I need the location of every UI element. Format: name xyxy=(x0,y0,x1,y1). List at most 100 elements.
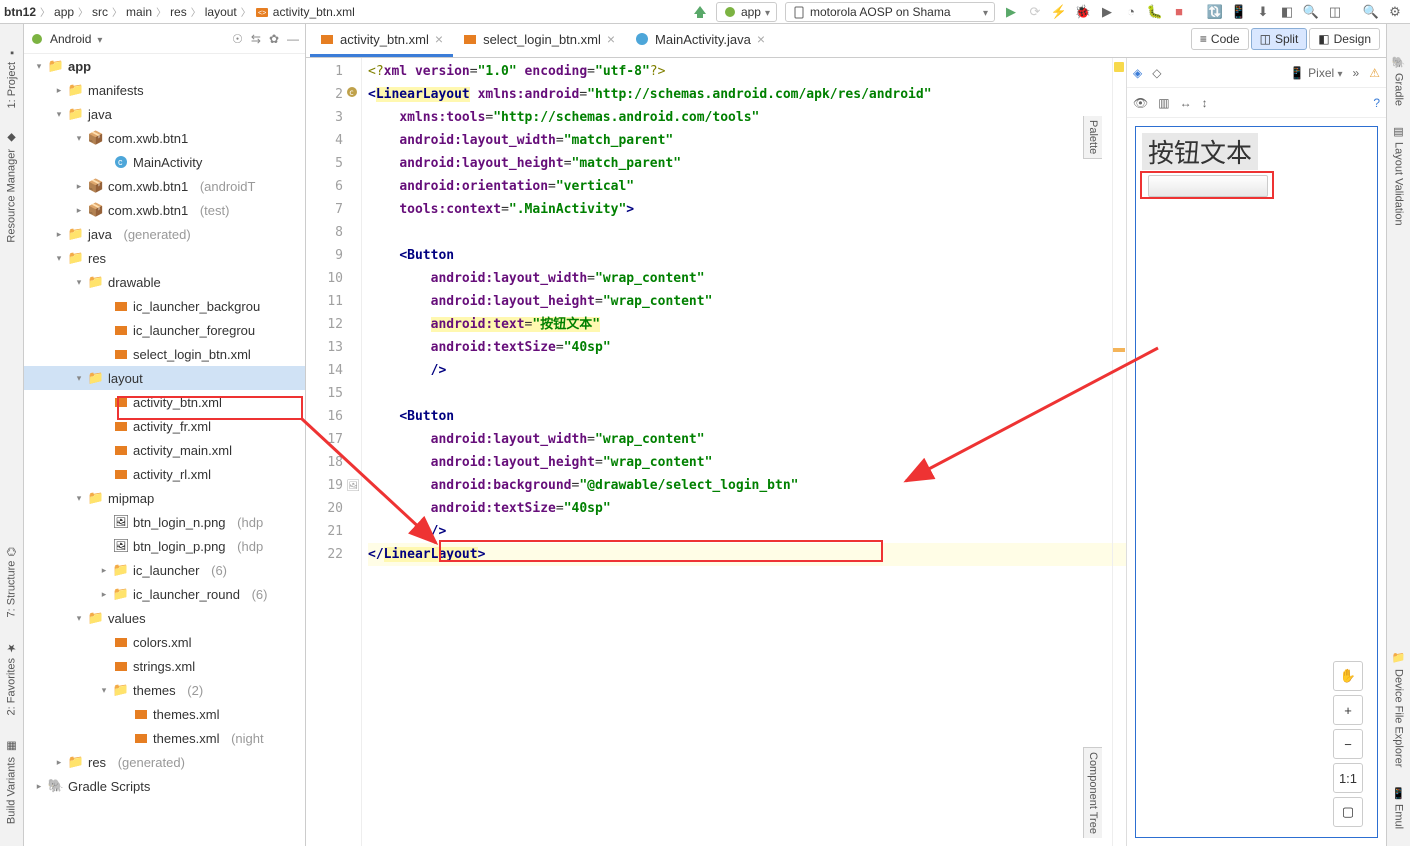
breadcrumb-file[interactable]: activity_btn.xml xyxy=(273,5,355,19)
tree-drawable[interactable]: ▾📁drawable xyxy=(24,270,305,294)
tree-values[interactable]: ▾📁values xyxy=(24,606,305,630)
breadcrumb-root[interactable]: btn12 xyxy=(4,5,36,19)
pan-button[interactable]: ✋ xyxy=(1333,661,1363,691)
breadcrumb-item[interactable]: layout xyxy=(205,5,237,19)
apply-changes-button[interactable]: ⟳ xyxy=(1024,2,1046,22)
run-button[interactable]: ▶ xyxy=(1000,2,1022,22)
zoom-in-button[interactable]: + xyxy=(1333,695,1363,725)
orientation-icon[interactable]: ◇ xyxy=(1152,66,1161,80)
debug-button[interactable]: 🐞 xyxy=(1072,2,1094,22)
zoom-fit-screen-button[interactable]: ▢ xyxy=(1333,797,1363,827)
tab-close-icon[interactable]: × xyxy=(757,31,765,47)
tree-file-activity-main[interactable]: activity_main.xml xyxy=(24,438,305,462)
sdk-manager-button[interactable]: ⬇ xyxy=(1252,2,1274,22)
preview-button-1[interactable]: 按钮文本 xyxy=(1142,133,1258,170)
project-tool-tab[interactable]: 1: Project ▪ xyxy=(4,44,20,110)
tree-ic-launcher-round[interactable]: ▸📁ic_launcher_round (6) xyxy=(24,582,305,606)
structure-tool-tab[interactable]: 7: Structure ⌬ xyxy=(3,545,20,619)
tree-themes-2[interactable]: themes.xml (night xyxy=(24,726,305,750)
run-config-selector[interactable]: app xyxy=(716,2,777,22)
blueprint-icon[interactable]: ▥ xyxy=(1158,96,1169,110)
preview-help-icon[interactable]: ? xyxy=(1373,96,1380,110)
view-options-icon[interactable]: 👁 xyxy=(1133,96,1148,110)
resource-manager-tool-tab[interactable]: Resource Manager ◆ xyxy=(3,130,20,245)
tree-mipmap[interactable]: ▾📁mipmap xyxy=(24,486,305,510)
profile-button[interactable]: ◔ xyxy=(1120,2,1142,22)
tab-activity-btn[interactable]: activity_btn.xml× xyxy=(310,24,453,57)
code-editor[interactable]: 12345678910111213141516171819202122c🖼 <?… xyxy=(306,58,1126,846)
breadcrumb-item[interactable]: res xyxy=(170,5,187,19)
gradle-tool-tab[interactable]: 🐘 Gradle xyxy=(1390,54,1407,108)
tab-close-icon[interactable]: × xyxy=(435,31,443,47)
tree-package[interactable]: ▾📦com.xwb.btn1 xyxy=(24,126,305,150)
avd-manager-button[interactable]: 📱 xyxy=(1228,2,1250,22)
settings-button[interactable]: ⚙ xyxy=(1384,2,1406,22)
project-settings-icon[interactable]: ✿ xyxy=(269,32,279,46)
tree-res-gen[interactable]: ▸📁res (generated) xyxy=(24,750,305,774)
code-content[interactable]: <?xml version="1.0" encoding="utf-8"?> <… xyxy=(362,58,1126,846)
tree-res[interactable]: ▾📁res xyxy=(24,246,305,270)
tree-package-test[interactable]: ▸📦com.xwb.btn1 (androidT xyxy=(24,174,305,198)
coverage-button[interactable]: ▶ xyxy=(1096,2,1118,22)
palette-tool-tab[interactable]: Palette xyxy=(1083,116,1102,159)
tree-file-activity-rl[interactable]: activity_rl.xml xyxy=(24,462,305,486)
app-inspection-button[interactable]: ◫ xyxy=(1324,2,1346,22)
project-scope-icon[interactable]: ☉ xyxy=(232,32,243,46)
breadcrumb-item[interactable]: src xyxy=(92,5,108,19)
preview-warning-icon[interactable]: ⚠ xyxy=(1369,66,1380,80)
warning-line-marker[interactable] xyxy=(1113,348,1125,352)
tree-file-ic-bg[interactable]: ic_launcher_backgrou xyxy=(24,294,305,318)
apply-code-button[interactable]: ⚡ xyxy=(1048,2,1070,22)
tree-gradle-scripts[interactable]: ▸🐘Gradle Scripts xyxy=(24,774,305,798)
tree-file-ic-fg[interactable]: ic_launcher_foregrou xyxy=(24,318,305,342)
device-selector[interactable]: motorola AOSP on Shama xyxy=(785,2,995,22)
editor-marker-bar[interactable] xyxy=(1112,58,1126,846)
tree-mainactivity[interactable]: cMainActivity xyxy=(24,150,305,174)
device-frame[interactable]: 按钮文本 ✋ + − 1:1 ▢ xyxy=(1135,126,1378,838)
preview-button-2[interactable] xyxy=(1148,175,1268,197)
tree-ic-launcher[interactable]: ▸📁ic_launcher (6) xyxy=(24,558,305,582)
breadcrumb-item[interactable]: main xyxy=(126,5,152,19)
favorites-tool-tab[interactable]: 2: Favorites ★ xyxy=(3,639,20,717)
layout-inspector-button[interactable]: 🔍 xyxy=(1300,2,1322,22)
attach-debugger-button[interactable]: 🐛 xyxy=(1144,2,1166,22)
design-mode-button[interactable]: ◧ Design xyxy=(1309,28,1380,50)
sync-gradle-button[interactable]: 🔃 xyxy=(1204,2,1226,22)
project-tree[interactable]: ▾📁app ▸📁manifests ▾📁java ▾📦com.xwb.btn1 … xyxy=(24,54,305,846)
tree-file-btn-login-n[interactable]: 🖼btn_login_n.png (hdp xyxy=(24,510,305,534)
stop-button[interactable]: ■ xyxy=(1168,2,1190,22)
emulator-tool-tab[interactable]: 📱 Emul xyxy=(1390,785,1407,832)
tab-select-login-btn[interactable]: select_login_btn.xml× xyxy=(453,24,625,57)
tree-layout[interactable]: ▾📁layout xyxy=(24,366,305,390)
tree-package-androidtest[interactable]: ▸📦com.xwb.btn1 (test) xyxy=(24,198,305,222)
component-tree-tool-tab[interactable]: Component Tree xyxy=(1083,747,1102,838)
code-mode-button[interactable]: ≡ Code xyxy=(1191,28,1249,50)
tree-file-activity-btn[interactable]: activity_btn.xml xyxy=(24,390,305,414)
tree-file-btn-login-p[interactable]: 🖼btn_login_p.png (hdp xyxy=(24,534,305,558)
zoom-out-button[interactable]: − xyxy=(1333,729,1363,759)
tab-mainactivity[interactable]: MainActivity.java× xyxy=(625,24,775,57)
tree-java-gen[interactable]: ▸📁java (generated) xyxy=(24,222,305,246)
tree-themes-1[interactable]: themes.xml xyxy=(24,702,305,726)
resource-manager-button[interactable]: ◧ xyxy=(1276,2,1298,22)
build-variants-tool-tab[interactable]: Build Variants ▦ xyxy=(3,738,20,826)
device-preview-selector[interactable]: 📱 Pixel xyxy=(1290,66,1343,80)
more-preview-icon[interactable]: » xyxy=(1353,66,1360,80)
tree-java[interactable]: ▾📁java xyxy=(24,102,305,126)
tree-colors[interactable]: colors.xml xyxy=(24,630,305,654)
tree-strings[interactable]: strings.xml xyxy=(24,654,305,678)
layout-validation-tool-tab[interactable]: ▤ Layout Validation xyxy=(1390,123,1407,228)
warning-marker-icon[interactable] xyxy=(1114,62,1124,72)
tree-themes-dir[interactable]: ▾📁themes (2) xyxy=(24,678,305,702)
search-button[interactable]: 🔍 xyxy=(1360,2,1382,22)
pan-v-icon[interactable]: ↕ xyxy=(1202,96,1208,110)
project-hide-icon[interactable]: — xyxy=(287,32,299,46)
make-project-button[interactable] xyxy=(689,2,711,22)
surface-icon[interactable]: ◈ xyxy=(1133,66,1142,80)
breadcrumb-item[interactable]: app xyxy=(54,5,74,19)
project-view-mode[interactable]: Android xyxy=(50,32,91,46)
tree-app-module[interactable]: ▾📁app xyxy=(24,54,305,78)
project-collapse-icon[interactable]: ⇆ xyxy=(251,32,261,46)
tree-manifests[interactable]: ▸📁manifests xyxy=(24,78,305,102)
tab-close-icon[interactable]: × xyxy=(607,31,615,47)
